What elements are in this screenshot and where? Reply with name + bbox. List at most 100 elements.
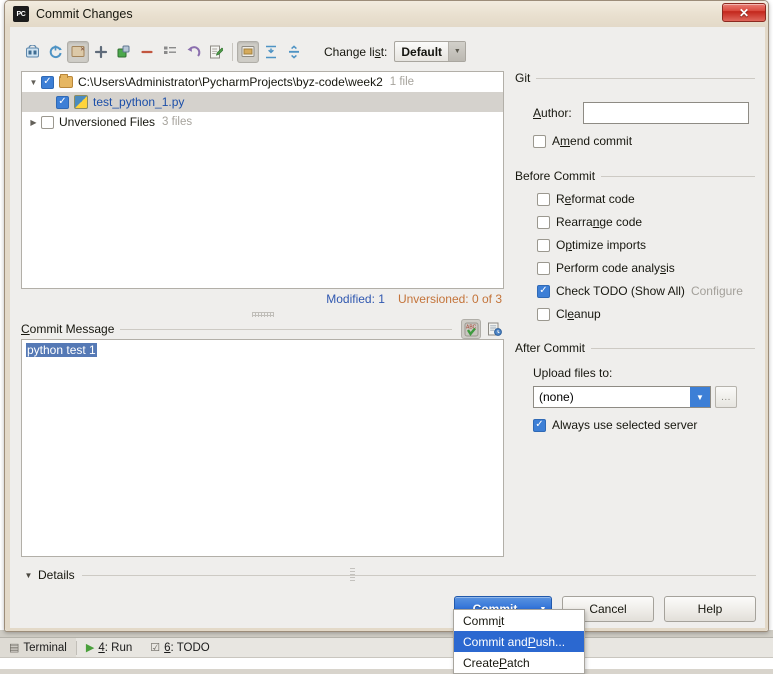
optimize-imports-checkbox[interactable] bbox=[537, 239, 550, 252]
status-unversioned: Unversioned: 0 of 3 bbox=[398, 292, 502, 306]
cleanup-label: Cleanup bbox=[556, 307, 601, 321]
pycharm-icon: PC bbox=[13, 6, 29, 22]
group-rule bbox=[591, 348, 755, 349]
right-pane: Git Author: Amend commit Before Commit R… bbox=[515, 71, 755, 432]
refresh-icon[interactable] bbox=[44, 41, 66, 63]
delete-changelist-icon[interactable]: ✕ bbox=[67, 41, 89, 63]
upload-server-dropdown[interactable]: (none) ▼ bbox=[533, 386, 711, 408]
git-group-label: Git bbox=[515, 71, 530, 85]
changelist-dropdown[interactable]: Default ▼ bbox=[394, 41, 466, 62]
before-commit-label: Before Commit bbox=[515, 169, 595, 183]
reformat-code-row[interactable]: Reformat code bbox=[515, 192, 755, 206]
unversioned-label: Unversioned Files bbox=[59, 115, 155, 129]
menu-item-commit-and-push[interactable]: Commit and Push... bbox=[454, 631, 584, 652]
vertical-splitter-grip-icon[interactable] bbox=[350, 568, 355, 582]
chevron-down-icon[interactable]: ▼ bbox=[21, 571, 36, 580]
perform-code-analysis-row[interactable]: Perform code analysis bbox=[515, 261, 755, 275]
always-use-server-label: Always use selected server bbox=[552, 418, 697, 432]
chevron-down-icon: ▼ bbox=[448, 42, 465, 61]
tree-row-changelist-root[interactable]: ▼ ✓ C:\Users\Administrator\PycharmProjec… bbox=[22, 72, 503, 92]
expand-all-icon[interactable] bbox=[260, 41, 282, 63]
changelist-root-checkbox[interactable]: ✓ bbox=[41, 76, 54, 89]
todo-label: : TODO bbox=[171, 642, 210, 654]
perform-code-analysis-label: Perform code analysis bbox=[556, 261, 675, 275]
always-use-server-row[interactable]: ✓ Always use selected server bbox=[515, 418, 755, 432]
unversioned-count: 3 files bbox=[162, 116, 192, 128]
git-group-header: Git bbox=[515, 71, 755, 85]
tool-window-terminal[interactable]: ▤ Terminal bbox=[0, 638, 76, 657]
rearrange-code-label: Rearrange code bbox=[556, 215, 642, 229]
amend-commit-checkbox[interactable] bbox=[533, 135, 546, 148]
file-label: test_python_1.py bbox=[93, 95, 184, 109]
revert-icon[interactable] bbox=[182, 41, 204, 63]
upload-server-row: (none) ▼ ... bbox=[515, 386, 755, 408]
terminal-icon: ▤ bbox=[9, 641, 19, 654]
collapse-all-icon[interactable] bbox=[283, 41, 305, 63]
python-file-icon bbox=[74, 95, 88, 109]
always-use-server-checkbox[interactable]: ✓ bbox=[533, 419, 546, 432]
commit-dropdown-menu: Commit Commit and Push... Create Patch bbox=[453, 609, 585, 674]
changes-toolbar: ✕ bbox=[21, 38, 756, 65]
changelist-root-count: 1 file bbox=[390, 76, 414, 88]
reformat-code-checkbox[interactable] bbox=[537, 193, 550, 206]
rearrange-code-row[interactable]: Rearrange code bbox=[515, 215, 755, 229]
chevron-right-icon[interactable]: ▶ bbox=[26, 118, 41, 127]
abc-spellcheck-icon[interactable]: ABC bbox=[461, 319, 481, 339]
group-by-icon[interactable] bbox=[159, 41, 181, 63]
svg-text:✕: ✕ bbox=[80, 47, 85, 53]
commit-message-header: Commit Message ABC bbox=[21, 319, 504, 339]
commit-message-label: Commit Message bbox=[21, 322, 114, 336]
unversioned-checkbox[interactable] bbox=[41, 116, 54, 129]
cleanup-checkbox[interactable] bbox=[537, 308, 550, 321]
commit-changes-dialog: PC Commit Changes ✕ bbox=[4, 0, 769, 632]
browse-servers-button[interactable]: ... bbox=[715, 386, 737, 408]
optimize-imports-row[interactable]: Optimize imports bbox=[515, 238, 755, 252]
edit-source-icon[interactable] bbox=[205, 41, 227, 63]
message-history-icon[interactable] bbox=[484, 319, 504, 339]
file-checkbox[interactable]: ✓ bbox=[56, 96, 69, 109]
before-commit-group-header: Before Commit bbox=[515, 169, 755, 183]
toolbar-separator bbox=[232, 43, 233, 61]
menu-item-commit[interactable]: Commit bbox=[454, 610, 584, 631]
run-label: : Run bbox=[105, 642, 133, 654]
tree-row-file-test-python-1[interactable]: ✓ test_python_1.py bbox=[22, 92, 503, 112]
commit-message-input[interactable]: python test 1 bbox=[21, 339, 504, 557]
changed-files-tree[interactable]: ▼ ✓ C:\Users\Administrator\PycharmProjec… bbox=[21, 71, 504, 289]
amend-commit-row[interactable]: Amend commit bbox=[515, 134, 755, 148]
after-commit-label: After Commit bbox=[515, 341, 585, 355]
close-icon[interactable]: ✕ bbox=[722, 3, 766, 22]
changelist-value: Default bbox=[395, 45, 448, 59]
amend-commit-label: Amend commit bbox=[552, 134, 632, 148]
tool-window-todo[interactable]: ☑ 6: TODO bbox=[141, 638, 218, 657]
author-label: Author: bbox=[533, 106, 583, 120]
details-section-header[interactable]: ▼ Details bbox=[21, 566, 756, 584]
show-diff-icon[interactable] bbox=[21, 41, 43, 63]
group-rule bbox=[536, 78, 755, 79]
preview-diff-icon[interactable] bbox=[237, 41, 259, 63]
todo-icon: ☑ bbox=[150, 641, 160, 654]
tree-row-unversioned-files[interactable]: ▶ Unversioned Files 3 files bbox=[22, 112, 503, 132]
optimize-imports-label: Optimize imports bbox=[556, 238, 646, 252]
splitter-grip-icon bbox=[252, 312, 274, 317]
dialog-titlebar[interactable]: PC Commit Changes ✕ bbox=[5, 1, 769, 27]
details-rule bbox=[82, 575, 756, 576]
dialog-content: ✕ bbox=[10, 27, 765, 628]
author-field[interactable] bbox=[583, 102, 749, 124]
move-to-changelist-icon[interactable] bbox=[113, 41, 135, 63]
help-button[interactable]: Help bbox=[664, 596, 756, 622]
check-todo-row[interactable]: ✓ Check TODO (Show All) Configure bbox=[515, 284, 755, 298]
perform-code-analysis-checkbox[interactable] bbox=[537, 262, 550, 275]
remove-icon[interactable] bbox=[136, 41, 158, 63]
folder-icon bbox=[59, 76, 73, 88]
rearrange-code-checkbox[interactable] bbox=[537, 216, 550, 229]
cleanup-row[interactable]: Cleanup bbox=[515, 307, 755, 321]
chevron-down-icon[interactable]: ▼ bbox=[26, 78, 41, 87]
horizontal-splitter[interactable] bbox=[21, 309, 504, 319]
add-icon[interactable] bbox=[90, 41, 112, 63]
menu-item-create-patch[interactable]: Create Patch bbox=[454, 652, 584, 673]
configure-link[interactable]: Configure bbox=[691, 284, 743, 298]
upload-server-value: (none) bbox=[534, 390, 690, 404]
tool-window-run[interactable]: ▶ 4: Run bbox=[77, 638, 141, 657]
ide-tool-window-bar: ▤ Terminal ▶ 4: Run ☑ 6: TODO bbox=[0, 637, 773, 657]
check-todo-checkbox[interactable]: ✓ bbox=[537, 285, 550, 298]
